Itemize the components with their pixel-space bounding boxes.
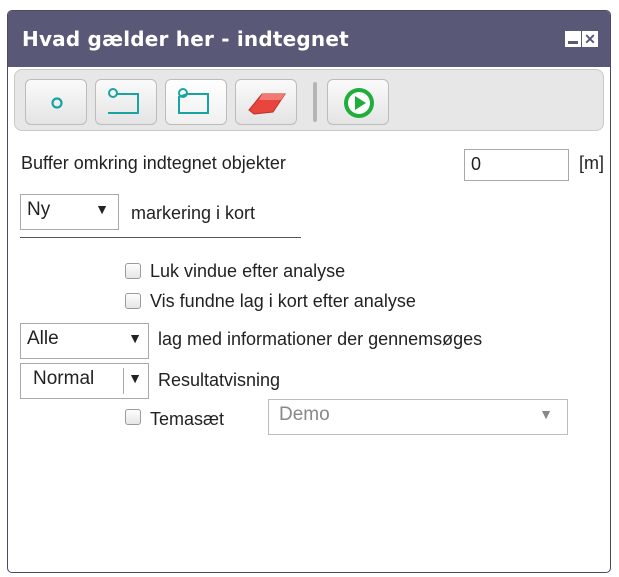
point-draw-button[interactable] [25,79,87,125]
eraser-button[interactable] [235,79,297,125]
play-icon [344,88,374,118]
layers-label: lag med informationer der gennemsøges [158,329,483,349]
show-layers-checkbox[interactable] [125,293,141,309]
minimize-icon[interactable] [565,31,581,47]
chevron-down-icon: ▼ [128,370,142,386]
layers-select-value: Alle [27,328,59,349]
divider [20,237,301,238]
close-window-checkbox[interactable] [125,263,141,279]
marking-select[interactable]: Ny ▼ [20,194,119,230]
polygon-draw-button[interactable] [165,79,227,125]
buffer-unit: [m] [579,153,604,173]
close-icon[interactable]: ✕ [582,31,598,47]
chevron-down-icon: ▼ [95,201,109,217]
result-select[interactable]: Normal ▼ [20,363,149,399]
layers-select[interactable]: Alle ▼ [20,323,149,359]
eraser-icon [248,93,286,115]
result-label: Resultatvisning [158,370,281,390]
theme-select[interactable]: Demo ▼ [268,399,568,435]
point-draw-icon [51,97,63,109]
window-controls: ✕ [565,31,598,47]
show-layers-label: Vis fundne lag i kort efter analyse [150,291,416,311]
select-divider [123,368,124,394]
toolbar-separator [313,82,317,122]
close-window-label: Luk vindue efter analyse [150,261,346,281]
buffer-input[interactable]: 0 [464,149,569,181]
draw-toolbar [14,69,604,131]
polygon-draw-icon [178,88,209,114]
buffer-value: 0 [471,154,482,174]
marking-label: markering i kort [131,203,256,223]
marking-select-value: Ny [27,199,51,220]
window-title: Hvad gælder her - indtegnet [22,27,349,51]
result-select-value: Normal [33,368,95,389]
buffer-label: Buffer omkring indtegnet objekter [21,153,286,173]
analysis-window: Hvad gælder her - indtegnet ✕ Buffer omk… [7,10,611,573]
chevron-down-icon: ▼ [128,330,142,346]
run-analysis-button[interactable] [327,79,389,125]
title-bar[interactable]: Hvad gælder her - indtegnet ✕ [8,11,610,67]
line-draw-icon [108,88,139,114]
theme-label: Temasæt [150,409,225,429]
line-draw-button[interactable] [95,79,157,125]
chevron-down-icon: ▼ [539,406,553,422]
theme-checkbox[interactable] [125,409,141,425]
theme-select-value: Demo [279,404,330,425]
